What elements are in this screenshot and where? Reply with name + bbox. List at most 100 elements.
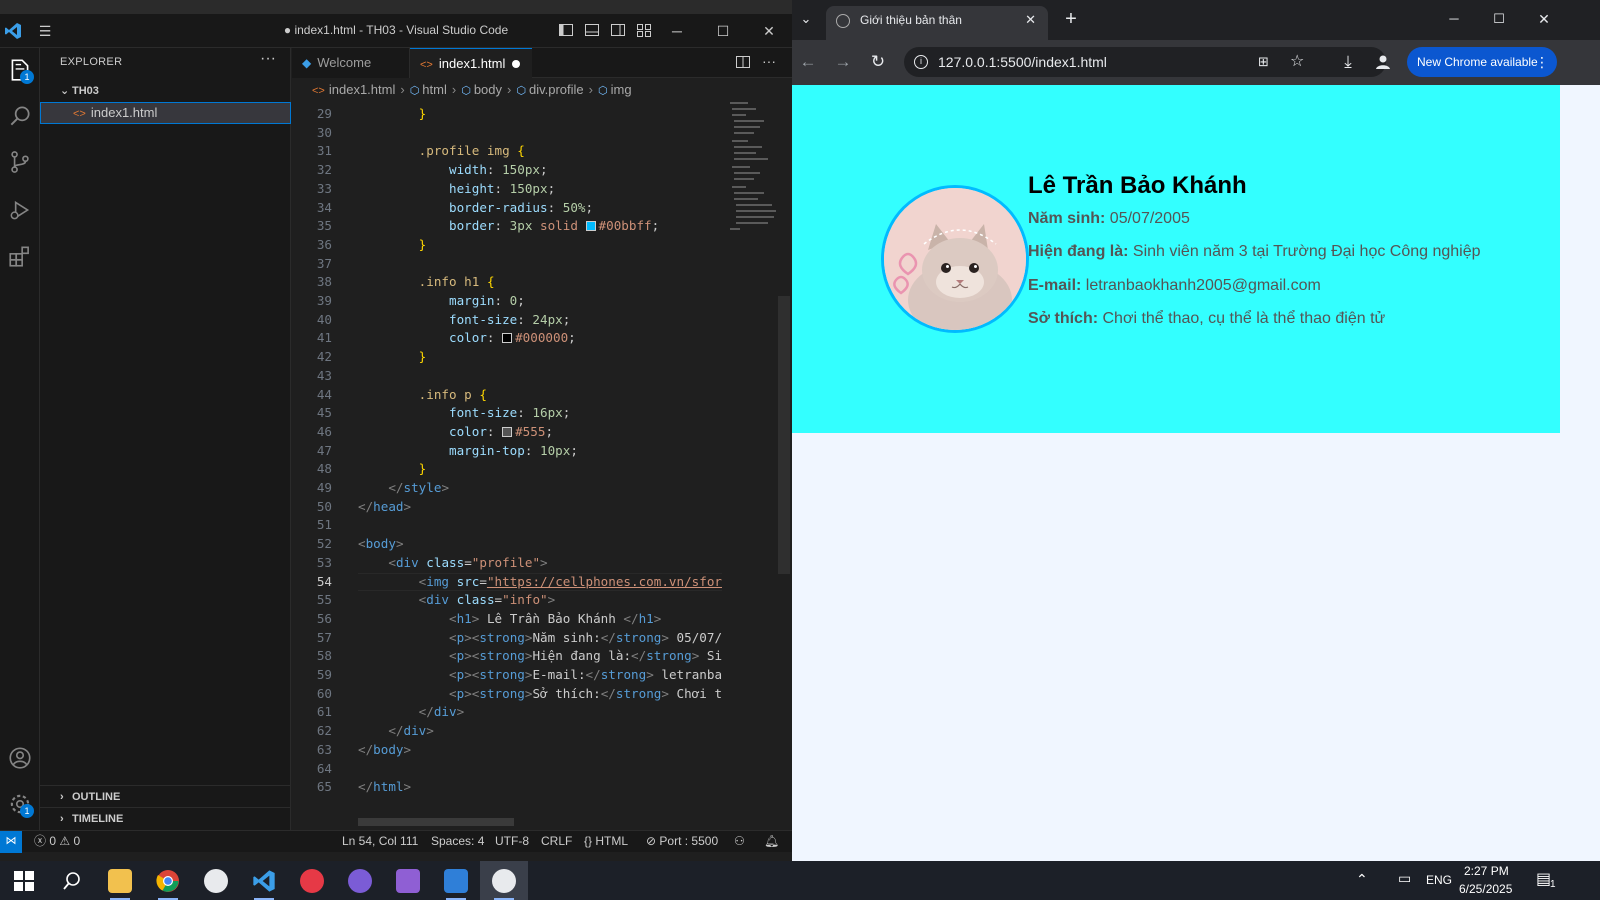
encoding[interactable]: UTF-8 xyxy=(495,831,529,852)
vscode-taskbar-icon[interactable] xyxy=(240,861,288,900)
accounts-icon[interactable] xyxy=(4,742,36,774)
warning-icon: ⚠ xyxy=(59,834,71,848)
downloads-icon[interactable]: ⤓ xyxy=(1334,48,1362,76)
current-line-number: 54 xyxy=(316,573,332,589)
port-icon: ⊘ xyxy=(646,834,657,848)
site-info-icon[interactable]: i xyxy=(914,55,928,69)
code-line: 59 <p><strong>E-mail:</strong> letranbao… xyxy=(316,667,722,682)
app-taskbar-icon[interactable] xyxy=(336,861,384,900)
close-button[interactable]: ✕ xyxy=(746,14,792,48)
run-debug-icon[interactable] xyxy=(4,194,36,226)
input-language[interactable]: ENG xyxy=(1426,873,1452,887)
photos-taskbar-icon[interactable] xyxy=(480,861,528,900)
end-of-line[interactable]: CRLF xyxy=(541,831,572,852)
app-taskbar-icon[interactable] xyxy=(288,861,336,900)
activity-bar: 1 1 xyxy=(0,48,40,838)
code-editor[interactable]: 29 } 30 31 .profile img { 32 width: 150p… xyxy=(292,101,792,830)
reload-icon[interactable]: ↻ xyxy=(864,48,892,76)
tab-index1-html[interactable]: <> index1.html xyxy=(410,48,532,78)
windows-start-icon[interactable] xyxy=(0,861,48,900)
live-server-port[interactable]: ⊘ Port : 5500 xyxy=(646,831,718,852)
source-control-icon[interactable] xyxy=(4,146,36,178)
show-hidden-icons-chevron-icon[interactable]: ⌃ xyxy=(1356,871,1368,888)
unsaved-dot-icon[interactable] xyxy=(512,60,520,68)
email-value: letranbaokhanh2005@gmail.com xyxy=(1085,277,1321,294)
status-bar: ⋈ ⓧ 0 ⚠ 0 Ln 54, Col 111 Spaces: 4 UTF-8… xyxy=(0,830,792,853)
language-mode[interactable]: {} HTML xyxy=(584,831,628,852)
toggle-primary-sidebar-icon[interactable] xyxy=(557,22,575,40)
customize-layout-icon[interactable] xyxy=(635,22,653,40)
editor-vertical-scrollbar[interactable] xyxy=(778,296,790,574)
breadcrumb-item[interactable]: body xyxy=(474,82,502,97)
minimap[interactable] xyxy=(722,100,778,240)
extensions-icon[interactable] xyxy=(4,240,36,272)
chrome-taskbar-icon[interactable] xyxy=(144,861,192,900)
feedback-icon[interactable]: ⚇ xyxy=(734,831,745,852)
toggle-panel-icon[interactable] xyxy=(583,22,601,40)
browser-tab-title: Giới thiệu bản thân xyxy=(860,13,962,27)
file-explorer-icon[interactable] xyxy=(96,861,144,900)
clock-time[interactable]: 2:27 PM xyxy=(1464,864,1509,878)
profile-avatar-icon[interactable] xyxy=(1369,48,1397,76)
code-line: 57 <p><strong>Năm sinh:</strong> 05/07/2… xyxy=(316,629,722,645)
outline-section[interactable]: › OUTLINE xyxy=(40,785,291,807)
toggle-secondary-sidebar-icon[interactable] xyxy=(609,22,627,40)
minimize-button[interactable]: ─ xyxy=(654,14,700,48)
notification-center-icon[interactable]: ▤ xyxy=(1536,869,1551,889)
profile-name: Lê Trần Bảo Khánh xyxy=(1028,172,1247,199)
remote-indicator-icon[interactable]: ⋈ xyxy=(0,831,22,853)
chrome-minimize-button[interactable]: ─ xyxy=(1440,5,1468,33)
taskbar-search-icon[interactable] xyxy=(48,861,96,900)
address-bar[interactable]: i 127.0.0.1:5500/index1.html ⊞ ☆ xyxy=(904,47,1386,77)
editor-more-actions-icon[interactable]: ··· xyxy=(760,52,778,70)
back-arrow-icon[interactable]: ← xyxy=(794,48,822,76)
cursor-position[interactable]: Ln 54, Col 111 xyxy=(342,831,418,852)
app-taskbar-icon[interactable] xyxy=(192,861,240,900)
clock-date[interactable]: 6/25/2025 xyxy=(1459,882,1512,896)
close-tab-icon[interactable]: ✕ xyxy=(1025,6,1036,34)
tab-search-chevron-icon[interactable]: ⌄ xyxy=(792,5,820,33)
indentation[interactable]: Spaces: 4 xyxy=(431,831,484,852)
error-count: 0 xyxy=(49,834,57,848)
kebab-menu-icon[interactable]: ⋮ xyxy=(1535,47,1549,77)
chrome-close-button[interactable]: ✕ xyxy=(1530,5,1558,33)
new-tab-icon[interactable]: + xyxy=(1057,5,1085,33)
more-actions-icon[interactable]: ··· xyxy=(260,50,276,68)
breadcrumb-item[interactable]: div.profile xyxy=(529,82,584,97)
chrome-maximize-button[interactable]: ☐ xyxy=(1485,5,1513,33)
language-label: HTML xyxy=(595,834,629,848)
maximize-button[interactable]: ☐ xyxy=(700,14,746,48)
network-icon[interactable]: ▭ xyxy=(1398,870,1411,887)
breadcrumb-item[interactable]: index1.html xyxy=(329,82,395,97)
breadcrumb-item[interactable]: html xyxy=(422,82,447,97)
element-icon: ⬡ xyxy=(461,85,471,97)
problems-indicator[interactable]: ⓧ 0 ⚠ 0 xyxy=(34,831,80,852)
search-icon[interactable] xyxy=(4,100,36,132)
tab-welcome[interactable]: ◆ Welcome xyxy=(292,48,410,78)
explorer-icon[interactable]: 1 xyxy=(4,54,36,86)
html-file-icon: <> xyxy=(312,85,325,97)
split-editor-icon[interactable] xyxy=(734,54,752,72)
chrome-toolbar: ← → ↻ i 127.0.0.1:5500/index1.html ⊞ ☆ ⤓… xyxy=(792,40,1600,85)
code-line: 51 xyxy=(316,517,332,533)
vscode-logo-icon: ◆ xyxy=(302,56,312,70)
visual-studio-taskbar-icon[interactable] xyxy=(384,861,432,900)
settings-gear-icon[interactable]: 1 xyxy=(4,788,36,820)
folder-th03[interactable]: ⌄ TH03 xyxy=(40,80,291,102)
app-taskbar-icon[interactable] xyxy=(432,861,480,900)
code-line: 39 margin: 0; xyxy=(316,293,525,308)
new-chrome-available-button[interactable]: New Chrome available ⋮ xyxy=(1407,47,1557,77)
windows-taskbar: ⌃ ▭ ENG 2:27 PM 6/25/2025 ▤ 1 xyxy=(0,861,1600,900)
timeline-section[interactable]: › TIMELINE xyxy=(40,807,291,829)
editor-horizontal-scrollbar[interactable] xyxy=(358,818,514,826)
translate-icon[interactable]: ⊞ xyxy=(1258,47,1269,77)
notifications-bell-icon[interactable]: 🔔︎ xyxy=(764,831,779,852)
new-chrome-label: New Chrome available xyxy=(1417,55,1538,69)
bookmark-star-icon[interactable]: ☆ xyxy=(1290,47,1304,77)
forward-arrow-icon[interactable]: → xyxy=(829,48,857,76)
breadcrumb: <> index1.html › ⬡ html › ⬡ body › ⬡ div.profile › ⬡… xyxy=(292,79,792,101)
browser-tab[interactable]: Giới thiệu bản thân ✕ xyxy=(826,6,1048,40)
file-index1-html[interactable]: <> index1.html xyxy=(40,102,291,124)
breadcrumb-item[interactable]: img xyxy=(611,82,632,97)
outline-label: OUTLINE xyxy=(72,791,121,803)
